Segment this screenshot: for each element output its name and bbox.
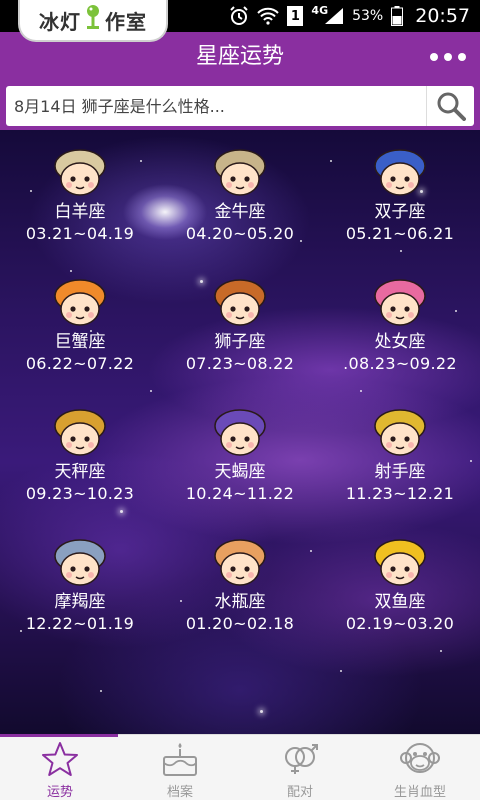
zodiac-avatar-icon	[54, 409, 106, 456]
zodiac-dates: 01.20~02.18	[185, 614, 295, 633]
zodiac-dates: 10.24~11.22	[185, 484, 295, 503]
tab-zodiac-blood[interactable]: 生肖血型	[360, 735, 480, 800]
zodiac-item[interactable]: 摩羯座 12.22~01.19	[0, 520, 160, 650]
zodiac-item[interactable]: 白羊座 03.21~04.19	[0, 130, 160, 260]
zodiac-avatar-icon	[214, 149, 266, 196]
zodiac-item[interactable]: 双鱼座 02.19~03.20	[320, 520, 480, 650]
zodiac-item[interactable]: 狮子座 07.23~08.22	[160, 260, 320, 390]
status-icons: 1 4G 53% 20:57	[229, 0, 480, 32]
zodiac-dates: 07.23~08.22	[185, 354, 295, 373]
search-icon	[437, 92, 466, 121]
dot-icon	[430, 53, 438, 61]
zodiac-item[interactable]: 金牛座 04.20~05.20	[160, 130, 320, 260]
star-dot	[340, 670, 342, 672]
signal-icon: 4G	[311, 3, 344, 25]
zodiac-dates: 05.21~06.21	[345, 224, 455, 243]
zodiac-avatar-icon	[214, 409, 266, 456]
zodiac-name: 白羊座	[54, 202, 106, 222]
zodiac-panel: 白羊座 03.21~04.19 金牛座 04.20~05.20 双子座 05.21~06.…	[0, 130, 480, 734]
zodiac-avatar-icon	[214, 539, 266, 586]
watermark-text-left: 冰灯	[39, 9, 81, 34]
zodiac-dates: .08.23~09.22	[343, 354, 457, 373]
more-options-button[interactable]	[428, 46, 468, 68]
zodiac-name: 天秤座	[54, 462, 106, 482]
zodiac-avatar-icon	[54, 539, 106, 586]
tab-label: 生肖血型	[393, 785, 446, 800]
star-icon	[42, 742, 78, 776]
search-box	[6, 86, 474, 126]
zodiac-avatar-icon	[214, 279, 266, 326]
zodiac-name: 处女座	[374, 332, 426, 352]
zodiac-name: 水瓶座	[214, 592, 266, 612]
zodiac-name: 双鱼座	[374, 592, 426, 612]
tab-fortune[interactable]: 运势	[0, 735, 120, 800]
zodiac-name: 狮子座	[214, 332, 266, 352]
battery-icon	[391, 6, 404, 26]
status-bar: 冰灯 作室 1 4G 53% 20:57	[0, 0, 480, 42]
cake-icon	[163, 743, 197, 776]
zodiac-dates: 09.23~10.23	[25, 484, 135, 503]
couple-icon	[285, 744, 318, 774]
tab-label: 档案	[166, 785, 193, 800]
zodiac-name: 双子座	[374, 202, 426, 222]
search-bar	[0, 82, 480, 130]
bulb-icon	[87, 5, 99, 29]
sim-indicator: 1	[287, 6, 304, 26]
wifi-icon	[257, 7, 280, 25]
watermark-text-right: 作室	[105, 9, 147, 34]
zodiac-dates: 06.22~07.22	[25, 354, 135, 373]
zodiac-avatar-icon	[374, 149, 426, 196]
zodiac-avatar-icon	[374, 279, 426, 326]
monkey-icon	[400, 743, 440, 773]
zodiac-dates: 04.20~05.20	[185, 224, 295, 243]
zodiac-name: 射手座	[374, 462, 426, 482]
zodiac-name: 巨蟹座	[54, 332, 106, 352]
zodiac-name: 金牛座	[214, 202, 266, 222]
zodiac-item[interactable]: 天秤座 09.23~10.23	[0, 390, 160, 520]
zodiac-item[interactable]: 水瓶座 01.20~02.18	[160, 520, 320, 650]
alarm-icon	[229, 6, 249, 26]
zodiac-item[interactable]: 处女座 .08.23~09.22	[320, 260, 480, 390]
zodiac-grid: 白羊座 03.21~04.19 金牛座 04.20~05.20 双子座 05.21~06.…	[0, 130, 480, 650]
star-dot	[440, 650, 442, 652]
tab-profile[interactable]: 档案	[120, 735, 240, 800]
zodiac-dates: 12.22~01.19	[25, 614, 135, 633]
zodiac-item[interactable]: 双子座 05.21~06.21	[320, 130, 480, 260]
search-input[interactable]	[6, 86, 426, 126]
star-dot	[260, 710, 263, 713]
zodiac-name: 天蝎座	[214, 462, 266, 482]
zodiac-item[interactable]: 射手座 11.23~12.21	[320, 390, 480, 520]
tab-label: 配对	[286, 785, 313, 800]
zodiac-dates: 11.23~12.21	[345, 484, 455, 503]
zodiac-name: 摩羯座	[54, 592, 106, 612]
battery-percent: 53%	[352, 8, 384, 24]
tab-match[interactable]: 配对	[240, 735, 360, 800]
search-button[interactable]	[426, 86, 474, 126]
dot-icon	[458, 53, 466, 61]
zodiac-item[interactable]: 巨蟹座 06.22~07.22	[0, 260, 160, 390]
zodiac-avatar-icon	[54, 279, 106, 326]
star-dot	[100, 690, 102, 692]
tab-label: 运势	[46, 785, 73, 800]
watermark-logo: 冰灯 作室	[18, 0, 168, 42]
dot-icon	[444, 53, 452, 61]
zodiac-dates: 02.19~03.20	[345, 614, 455, 633]
bottom-nav: 运势 档案 配对 生肖血型	[0, 734, 480, 800]
zodiac-item[interactable]: 天蝎座 10.24~11.22	[160, 390, 320, 520]
network-type: 4G	[311, 3, 329, 17]
zodiac-dates: 03.21~04.19	[25, 224, 135, 243]
zodiac-avatar-icon	[374, 409, 426, 456]
clock: 20:57	[415, 5, 470, 27]
zodiac-avatar-icon	[54, 149, 106, 196]
zodiac-avatar-icon	[374, 539, 426, 586]
